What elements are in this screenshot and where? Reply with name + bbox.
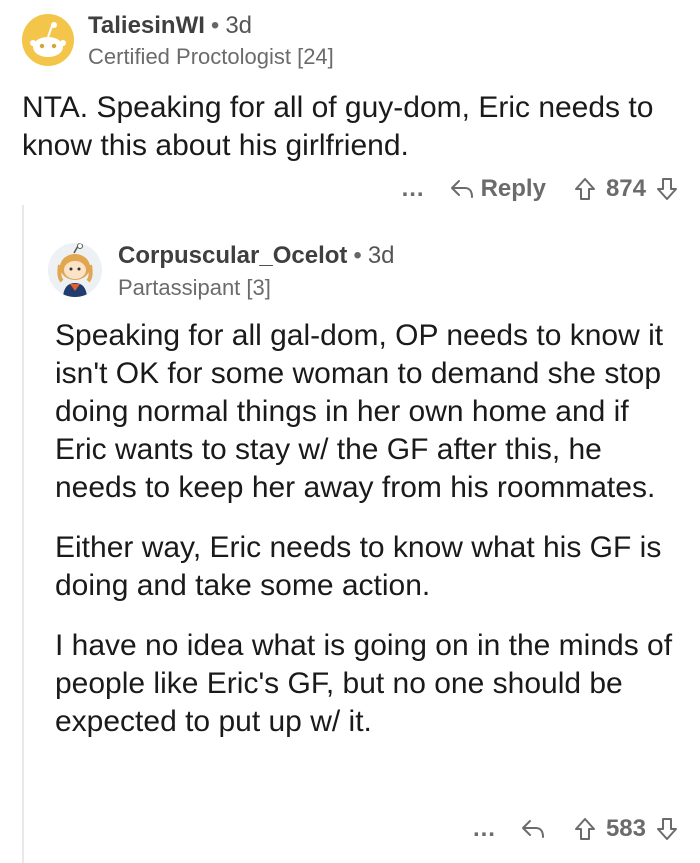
comment-age: 3d bbox=[367, 242, 395, 269]
separator-dot: • bbox=[353, 242, 362, 269]
user-flair: Partassipant [3] bbox=[118, 275, 271, 300]
username[interactable]: TaliesinWI bbox=[88, 12, 205, 39]
reply-icon bbox=[450, 180, 473, 198]
avatar[interactable] bbox=[48, 243, 102, 297]
snoo-icon bbox=[22, 14, 74, 66]
avatar-character-icon bbox=[48, 243, 102, 297]
more-options-button[interactable]: ... bbox=[402, 175, 425, 203]
comment-actions: ... Reply 874 bbox=[402, 175, 678, 203]
comment-body: Speaking for all gal-dom, OP needs to kn… bbox=[55, 317, 677, 741]
downvote-icon[interactable] bbox=[656, 177, 678, 201]
vote-score: 874 bbox=[605, 175, 646, 202]
comment-header: TaliesinWI • 3d bbox=[88, 12, 252, 40]
reply-icon bbox=[521, 820, 544, 838]
comment-header: Corpuscular_Ocelot • 3d bbox=[118, 242, 395, 270]
downvote-icon[interactable] bbox=[656, 817, 678, 841]
username[interactable]: Corpuscular_Ocelot bbox=[118, 242, 347, 269]
comment-paragraph: Speaking for all gal-dom, OP needs to kn… bbox=[55, 319, 664, 504]
user-flair: Certified Proctologist [24] bbox=[88, 44, 334, 69]
thread-line bbox=[22, 205, 24, 863]
comment-paragraph: NTA. Speaking for all of guy-dom, Eric n… bbox=[22, 91, 654, 162]
reply-label: Reply bbox=[480, 175, 546, 202]
comment-paragraph: Either way, Eric needs to know what his … bbox=[55, 531, 662, 602]
avatar[interactable] bbox=[22, 14, 74, 66]
vote-score: 583 bbox=[605, 815, 646, 842]
comment-age: 3d bbox=[225, 12, 253, 39]
vote-controls: 874 bbox=[574, 175, 678, 203]
comment-body: NTA. Speaking for all of guy-dom, Eric n… bbox=[22, 89, 682, 165]
vote-controls: 583 bbox=[574, 815, 678, 843]
reply-button[interactable]: Reply bbox=[449, 175, 546, 203]
comment-actions: ... 583 bbox=[473, 815, 678, 843]
separator-dot: • bbox=[210, 12, 220, 39]
more-options-button[interactable]: ... bbox=[473, 815, 496, 843]
upvote-icon[interactable] bbox=[574, 177, 596, 201]
upvote-icon[interactable] bbox=[574, 817, 596, 841]
comment-paragraph: I have no idea what is going on in the m… bbox=[55, 629, 673, 738]
reply-button[interactable] bbox=[520, 818, 546, 840]
